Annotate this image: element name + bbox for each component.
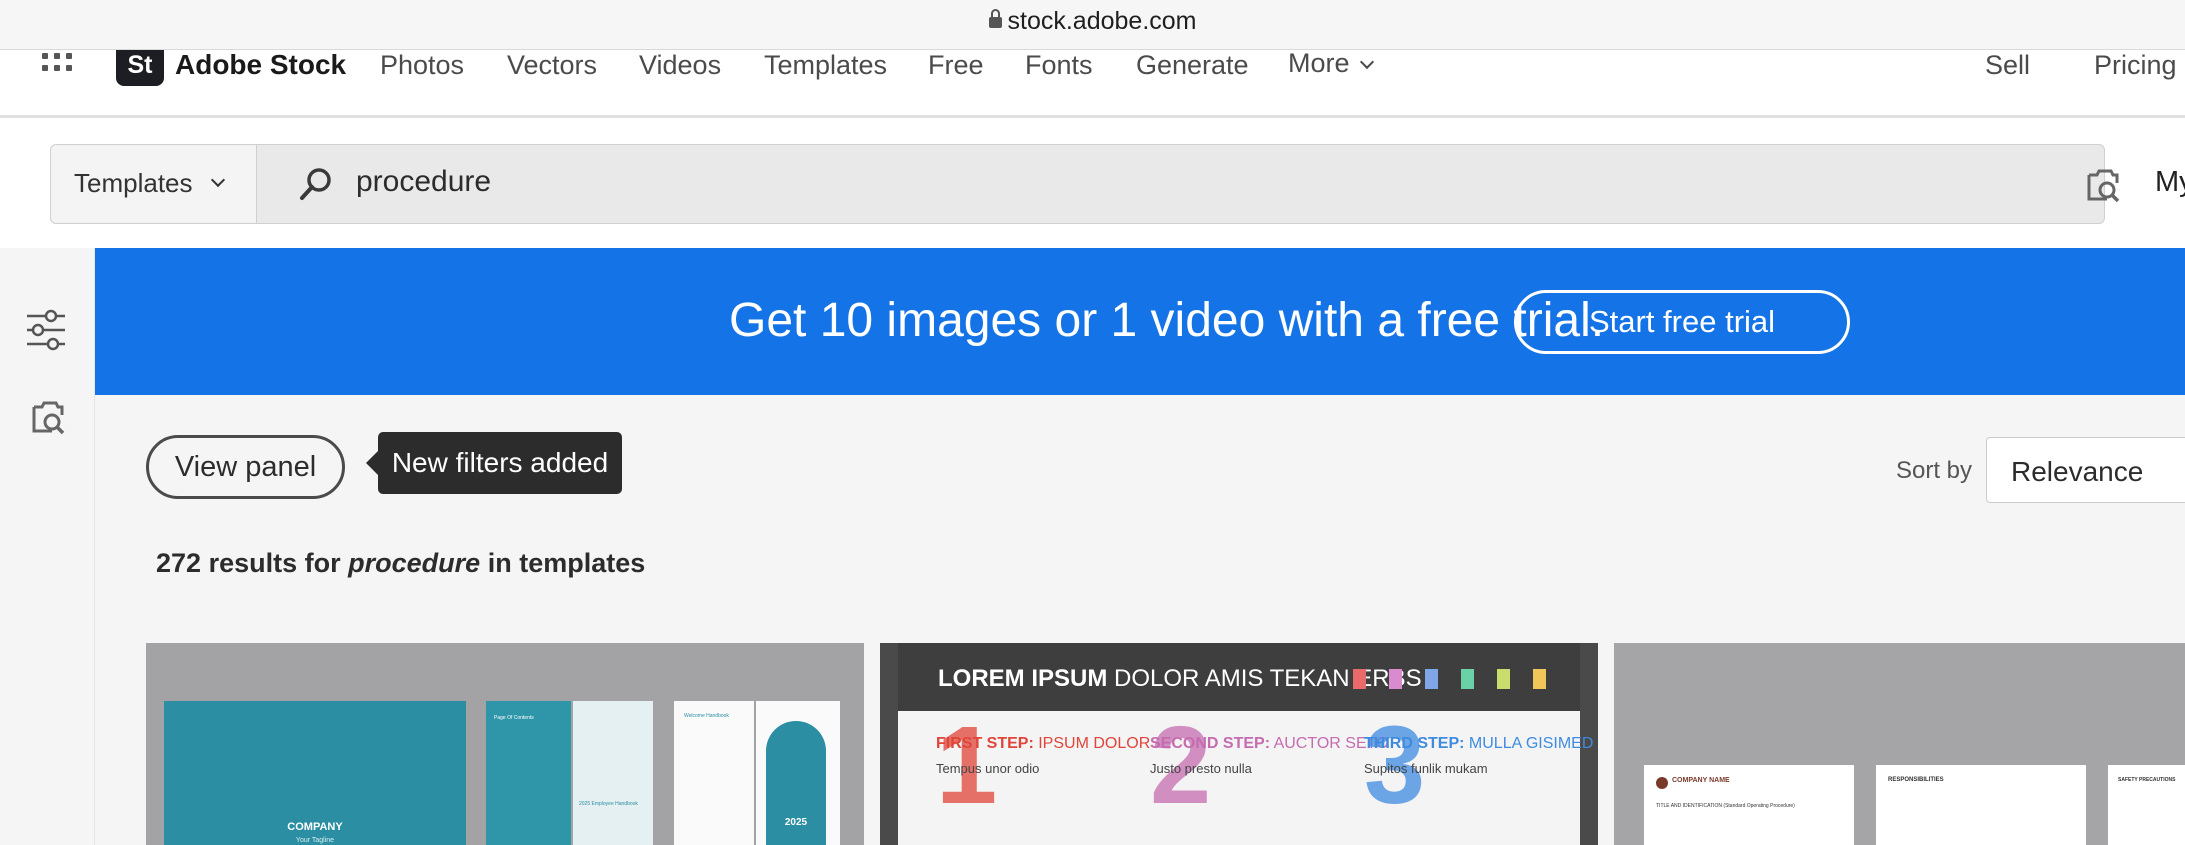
url-text-wrap: stock.adobe.com [0, 7, 2185, 36]
sop-page-1: COMPANY NAME TITLE AND IDENTIFICATION (S… [1644, 765, 1854, 845]
handbook-cover: COMPANY Your Tagline [164, 701, 466, 845]
nav-item-vectors[interactable]: Vectors [507, 50, 597, 80]
result-tile-1[interactable]: COMPANY Your Tagline Page Of Contents 20… [146, 643, 864, 845]
results-pre: results for [208, 548, 341, 578]
nav-item-photos[interactable]: Photos [380, 50, 464, 80]
sort-dropdown[interactable]: Relevance [1986, 437, 2185, 503]
sort-by-label: Sort by [1896, 457, 1973, 484]
color-swatch [1497, 669, 1510, 689]
spread-right-page: 2025 Employee Handbook [573, 701, 653, 845]
sop-title: TITLE AND IDENTIFICATION (Standard Opera… [1656, 803, 1795, 809]
cover-tagline: Your Tagline [295, 837, 335, 844]
results-summary: 272 results for procedure in templates [156, 548, 645, 579]
sop-page-3: SAFETY PRECAUTIONS [2108, 765, 2185, 845]
results-count: 272 [156, 548, 202, 578]
search-type-dropdown[interactable]: Templates [51, 145, 257, 223]
step-body: Justo presto nulla [1150, 761, 1252, 776]
new-filters-tooltip: New filters added [366, 432, 622, 494]
header-bold: LOREM IPSUM [938, 665, 1108, 692]
step-body: Supitos funlik mukam [1364, 761, 1488, 776]
free-trial-banner: Get 10 images or 1 video with a free tri… [95, 248, 2185, 395]
spread-left-page: Page Of Contents [486, 701, 571, 845]
lock-icon [988, 9, 1002, 28]
browser-url-bar[interactable]: stock.adobe.com [0, 0, 2185, 50]
sop-responsibilities: RESPONSIBILITIES [1888, 777, 1944, 783]
nav-item-templates[interactable]: Templates [764, 50, 887, 80]
url-text: stock.adobe.com [1007, 7, 1197, 35]
view-panel-button[interactable]: View panel [146, 435, 345, 499]
step-label-sub: MULLA GISIMED [1468, 735, 1594, 752]
step-label-bold: SECOND STEP: [1150, 735, 1271, 752]
open-book-left: Welcome Handbook [674, 701, 754, 845]
open-book-right: 2025 [756, 701, 840, 845]
result-tile-3[interactable]: COMPANY NAME TITLE AND IDENTIFICATION (S… [1614, 643, 2185, 845]
start-free-trial-button[interactable]: Start free trial [1514, 290, 1850, 354]
step-label-bold: FIRST STEP: [936, 735, 1034, 752]
color-swatch [1353, 669, 1366, 689]
nav-item-fonts[interactable]: Fonts [1025, 50, 1093, 80]
my-account-link[interactable]: My [2155, 166, 2185, 199]
result-tile-2[interactable]: LOREM IPSUM DOLOR AMIS TEKAN ERBS 1 FIRST… [880, 643, 1598, 845]
spread-title: Page Of Contents [494, 715, 534, 721]
sop-page-2: RESPONSIBILITIES [1876, 765, 2086, 845]
color-swatch [1533, 669, 1546, 689]
company-logo-icon [1656, 777, 1668, 789]
infographic-header: LOREM IPSUM DOLOR AMIS TEKAN ERBS [898, 643, 1580, 711]
step-label: SECOND STEP: AUCTOR SETO [1150, 735, 1389, 753]
chevron-down-icon [210, 172, 226, 188]
nav-item-pricing[interactable]: Pricing [2094, 50, 2177, 80]
color-swatch [1461, 669, 1474, 689]
nav-item-videos[interactable]: Videos [639, 50, 721, 80]
nav-item-generate[interactable]: Generate [1136, 50, 1249, 80]
search-icon[interactable] [297, 165, 335, 203]
results-term: procedure [348, 548, 481, 578]
color-swatch [1389, 669, 1402, 689]
search-box: Templates [50, 144, 2120, 224]
step-label: THIRD STEP: MULLA GISIMED [1364, 735, 1593, 753]
left-rail [0, 248, 95, 845]
sort-dropdown-value: Relevance [2011, 456, 2144, 487]
adobe-stock-logo-text[interactable]: Adobe Stock [175, 50, 346, 80]
sop-safety: SAFETY PRECAUTIONS [2118, 777, 2176, 783]
app-switcher-icon[interactable] [42, 53, 72, 77]
results-post: in templates [487, 548, 646, 578]
step-item: 2 SECOND STEP: AUCTOR SETO Justo presto nu… [1150, 711, 1389, 845]
year-label: 2025 [784, 817, 808, 828]
color-swatch [1425, 669, 1438, 689]
header-rest: DOLOR AMIS TEKAN ERBS [1114, 665, 1422, 692]
step-label-sub: IPSUM DOLOR [1038, 735, 1151, 752]
arch-shape: 2025 [766, 721, 826, 845]
adobe-stock-logo-badge[interactable]: St [116, 50, 164, 86]
search-type-value: Templates [74, 168, 193, 198]
step-item: 1 FIRST STEP: IPSUM DOLOR Tempus unor odio [936, 711, 1150, 845]
top-navigation: St Adobe Stock Photos Vectors Videos Tem… [0, 48, 2185, 118]
welcome-label: Welcome Handbook [684, 713, 729, 719]
nav-item-free[interactable]: Free [928, 50, 984, 80]
sop-company: COMPANY NAME [1672, 777, 1730, 784]
step-label-bold: THIRD STEP: [1364, 735, 1465, 752]
infographic-poster: LOREM IPSUM DOLOR AMIS TEKAN ERBS 1 FIRST… [898, 643, 1593, 845]
cover-company: COMPANY [287, 821, 343, 833]
chevron-down-icon [1359, 54, 1374, 70]
step-body: Tempus unor odio [936, 761, 1040, 776]
steps-list: 1 FIRST STEP: IPSUM DOLOR Tempus unor odio… [898, 711, 1593, 845]
step-label: FIRST STEP: IPSUM DOLOR [936, 735, 1150, 753]
nav-more-label: More [1288, 48, 1350, 78]
step-item: 3 THIRD STEP: MULLA GISIMED Supitos funlik… [1364, 711, 1593, 845]
handbook-label: 2025 Employee Handbook [579, 801, 638, 807]
nav-item-more[interactable]: More [1288, 48, 1374, 78]
visual-search-rail-icon[interactable] [30, 400, 66, 436]
search-bar-row: Templates My [0, 118, 2185, 248]
search-input[interactable] [356, 165, 1656, 199]
filters-icon[interactable] [25, 308, 67, 352]
banner-text: Get 10 images or 1 video with a free tri… [729, 294, 1605, 347]
nav-item-sell[interactable]: Sell [1985, 50, 2030, 80]
visual-search-icon[interactable] [2085, 169, 2121, 203]
header-text: LOREM IPSUM DOLOR AMIS TEKAN ERBS [938, 665, 1422, 693]
